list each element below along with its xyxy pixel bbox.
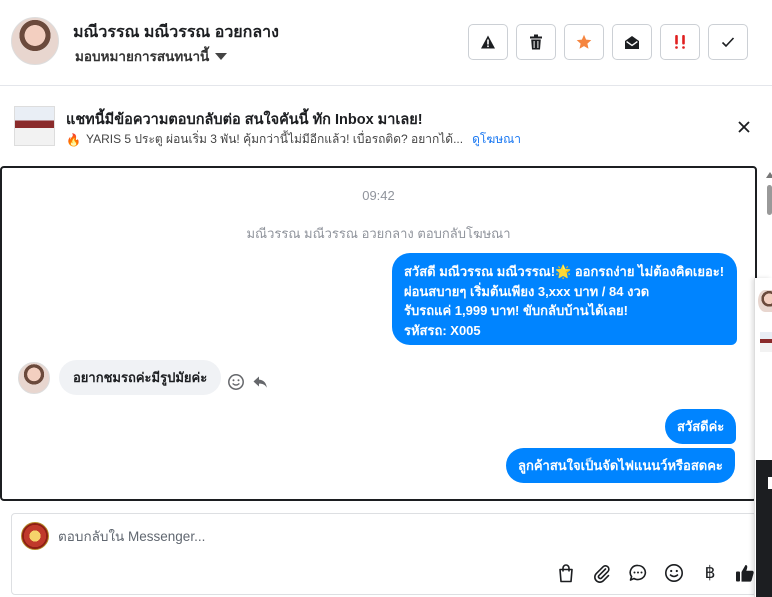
contact-avatar[interactable] <box>11 17 59 65</box>
trash-icon <box>530 34 542 50</box>
side-panel-thumbnail[interactable] <box>760 332 772 352</box>
view-ad-link[interactable]: ดูโฆษณา <box>472 130 521 149</box>
ad-subtitle: YARIS 5 ประตู ผ่อนเริ่ม 3 พัน! คุ้มกว่าน… <box>85 132 464 146</box>
chat-bubble-icon[interactable] <box>627 562 649 584</box>
thumbs-up-icon[interactable] <box>734 562 756 584</box>
reply-composer: ฿ <box>11 513 757 595</box>
reply-input[interactable] <box>58 522 738 550</box>
side-panel-avatar[interactable] <box>758 290 772 312</box>
ad-subtitle-row: 🔥 YARIS 5 ประตู ผ่อนเริ่ม 3 พัน! คุ้มกว่… <box>66 130 521 149</box>
react-emoji-icon[interactable] <box>227 373 245 391</box>
mark-done-button[interactable] <box>708 24 748 60</box>
sender-avatar[interactable] <box>18 362 50 394</box>
system-note: มณีวรรณ มณีวรรณ อวยกลาง ตอบกลับโฆษณา <box>246 226 511 241</box>
side-panel-marker <box>768 477 772 489</box>
double-exclamation-icon <box>675 35 685 49</box>
ad-thumbnail[interactable] <box>14 106 55 146</box>
baht-icon[interactable]: ฿ <box>699 562 721 584</box>
paperclip-icon[interactable] <box>591 562 613 584</box>
ad-title: แชทนี้มีข้อความตอบกลับต่อ สนใจคันนี้ ทัก… <box>66 112 423 128</box>
message-line: รับรถแค่ 1,999 บาท! ขับกลับบ้านได้เลย! <box>404 303 628 318</box>
message-line: ผ่อนสบายๆ เริ่มต้นเพียง 3,xxx บาท / 84 ง… <box>404 283 650 299</box>
message-thread[interactable]: 09:42 มณีวรรณ มณีวรรณ อวยกลาง ตอบกลับโฆษ… <box>0 166 757 501</box>
outgoing-message[interactable]: ลูกค้าสนใจเป็นจัดไฟแนนว์หรือสดคะ <box>506 448 735 483</box>
outgoing-message[interactable]: สวัสดี มณีวรรณ มณีวรรณ!🌟 ออกรถง่าย ไม่ต้… <box>392 253 737 345</box>
mark-spam-button[interactable] <box>468 24 508 60</box>
incoming-message[interactable]: อยากชมรถค่ะมีรูปมัยค่ะ <box>59 360 222 395</box>
check-icon <box>721 37 735 48</box>
message-line: สวัสดี มณีวรรณ มณีวรรณ!🌟 ออกรถง่าย ไม่ต้… <box>404 264 725 279</box>
fire-icon: 🔥 <box>66 132 81 147</box>
emoji-icon[interactable] <box>663 562 685 584</box>
close-icon[interactable] <box>735 118 753 136</box>
assign-label: มอบหมายการสนทนานี้ <box>75 49 210 64</box>
scrollbar-thumb[interactable] <box>767 185 772 215</box>
warning-icon <box>481 35 495 49</box>
message-timestamp: 09:42 <box>362 188 395 203</box>
conversation-header: มณีวรรณ มณีวรรณ อวยกลาง มอบหมายการสนทนาน… <box>0 0 772 86</box>
reply-icon[interactable] <box>251 373 269 391</box>
envelope-open-icon <box>625 35 639 49</box>
delete-button[interactable] <box>516 24 556 60</box>
star-button[interactable] <box>564 24 604 60</box>
outgoing-message[interactable]: สวัสดีค่ะ <box>665 409 737 444</box>
star-icon <box>576 34 592 49</box>
assign-conversation-dropdown[interactable]: มอบหมายการสนทนานี้ <box>75 45 228 67</box>
scroll-up-arrow-icon[interactable] <box>766 172 772 178</box>
contact-name[interactable]: มณีวรรณ มณีวรรณ อวยกลาง <box>73 20 279 45</box>
mark-unread-button[interactable] <box>612 24 652 60</box>
caret-down-icon <box>215 53 228 60</box>
shopping-bag-icon[interactable] <box>555 562 577 584</box>
ad-context-banner: แชทนี้มีข้อความตอบกลับต่อ สนใจคันนี้ ทัก… <box>0 87 772 165</box>
page-avatar <box>21 522 49 550</box>
follow-up-button[interactable] <box>660 24 700 60</box>
message-line: รหัสรถ: X005 <box>404 322 481 338</box>
